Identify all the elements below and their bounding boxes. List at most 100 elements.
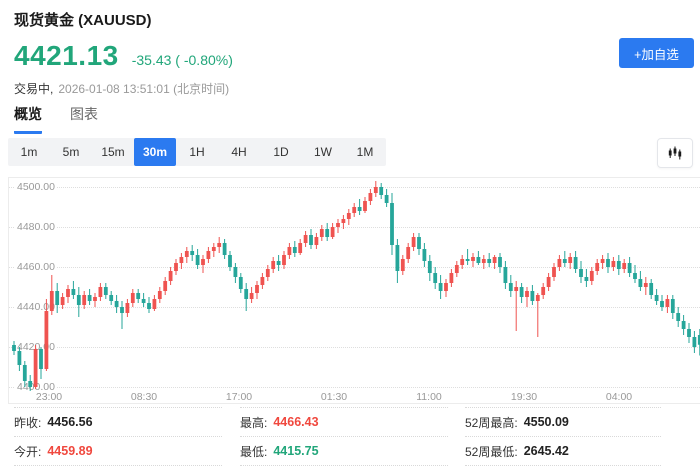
stat-label: 52周最高: <box>465 414 518 431</box>
stat-column: 52周最高:4550.0952周最低:2645.42 <box>465 407 661 466</box>
x-axis-label: 04:00 <box>606 391 632 403</box>
candle <box>579 269 583 277</box>
x-axis-label: 19:30 <box>511 391 537 403</box>
price-row: 4421.13 -35.43 ( -0.80%) <box>14 40 233 72</box>
candle <box>207 251 211 259</box>
stat-column: 昨收:4456.56 今开: 4459.89 <box>14 407 222 466</box>
market-status: 交易中,2026-01-08 13:51:01 (北京时间) <box>14 80 229 97</box>
candle <box>682 321 686 329</box>
candle <box>536 295 540 301</box>
candle <box>379 187 383 195</box>
candle <box>288 247 292 255</box>
candle <box>277 261 281 265</box>
candle <box>66 289 70 297</box>
interval-1w[interactable]: 1W <box>302 138 344 166</box>
candle <box>153 299 157 309</box>
tab-chart[interactable]: 图表 <box>70 104 98 134</box>
candles-layer <box>9 178 700 391</box>
candle <box>88 295 92 301</box>
candle <box>374 187 378 193</box>
candle <box>185 251 189 257</box>
candle <box>190 251 194 255</box>
candle <box>352 207 356 213</box>
candle <box>266 269 270 277</box>
x-axis-label: 01:30 <box>321 391 347 403</box>
candle <box>315 237 319 245</box>
candle <box>563 259 567 263</box>
candle <box>325 229 329 237</box>
tabs: 概览图表 <box>14 104 98 134</box>
candle <box>617 261 621 269</box>
candle <box>574 257 578 269</box>
candle <box>369 193 373 201</box>
chart-style-button[interactable] <box>657 138 693 168</box>
candle <box>115 301 119 307</box>
candle <box>477 257 481 263</box>
candle <box>250 293 254 299</box>
candle <box>487 259 491 263</box>
candle <box>212 247 216 251</box>
candle <box>93 297 97 301</box>
candle <box>282 255 286 265</box>
stat-high: 最高:4466.43 <box>240 408 448 437</box>
stat-label: 今开: <box>14 443 41 460</box>
candle <box>509 283 513 291</box>
candle <box>595 263 599 271</box>
candle <box>223 243 227 255</box>
candle <box>320 229 324 237</box>
interval-4h[interactable]: 4H <box>218 138 260 166</box>
candle <box>77 295 81 305</box>
candle <box>676 313 680 321</box>
x-axis-label: 11:00 <box>416 391 442 403</box>
candle <box>347 213 351 219</box>
stat-prev-close: 昨收:4456.56 <box>14 408 222 437</box>
candle <box>336 223 340 227</box>
interval-1m[interactable]: 1M <box>344 138 386 166</box>
candle <box>61 297 65 305</box>
stat-label: 昨收: <box>14 414 41 431</box>
interval-5m[interactable]: 5m <box>50 138 92 166</box>
candle <box>39 349 43 369</box>
candle <box>687 329 691 337</box>
candle <box>131 293 135 303</box>
tab-overview[interactable]: 概览 <box>14 104 42 134</box>
interval-1m[interactable]: 1m <box>8 138 50 166</box>
candle <box>390 203 394 245</box>
candle <box>649 283 653 295</box>
interval-1h[interactable]: 1H <box>176 138 218 166</box>
candle <box>28 381 32 387</box>
candle <box>18 351 22 365</box>
stats-panel: 昨收:4456.56 今开: 4459.89 最高:4466.43最低:4415.75… <box>0 407 700 467</box>
candle <box>558 259 562 267</box>
candle <box>660 301 664 307</box>
candle <box>455 265 459 273</box>
candlestick-chart-icon <box>666 144 684 162</box>
candle <box>99 287 103 297</box>
interval-15m[interactable]: 15m <box>92 138 134 166</box>
candle <box>396 245 400 271</box>
candle <box>120 307 124 313</box>
candle <box>180 257 184 263</box>
candle <box>169 271 173 281</box>
candle <box>666 299 670 307</box>
x-axis-label: 17:00 <box>226 391 252 403</box>
candle <box>147 303 151 309</box>
candle <box>261 277 265 285</box>
candle <box>606 259 610 267</box>
candle <box>142 299 146 303</box>
candlestick-chart[interactable]: 4500.004480.004460.004440.004420.004400.… <box>8 177 700 404</box>
candle <box>493 257 497 263</box>
trading-status-label: 交易中, <box>14 82 53 96</box>
interval-1d[interactable]: 1D <box>260 138 302 166</box>
interval-30m[interactable]: 30m <box>134 138 176 166</box>
candle <box>693 337 697 347</box>
instrument-title: 现货黄金 (XAUUSD) <box>14 9 152 30</box>
add-watchlist-button[interactable]: +加自选 <box>619 38 694 68</box>
candle <box>136 293 140 299</box>
stat-value: 4459.89 <box>47 444 92 458</box>
candle <box>639 279 643 287</box>
interval-selector: 1m5m15m30m1H4H1D1W1M <box>8 138 386 166</box>
candle <box>55 291 59 305</box>
candle <box>217 243 221 247</box>
stat-low: 最低:4415.75 <box>240 437 448 466</box>
